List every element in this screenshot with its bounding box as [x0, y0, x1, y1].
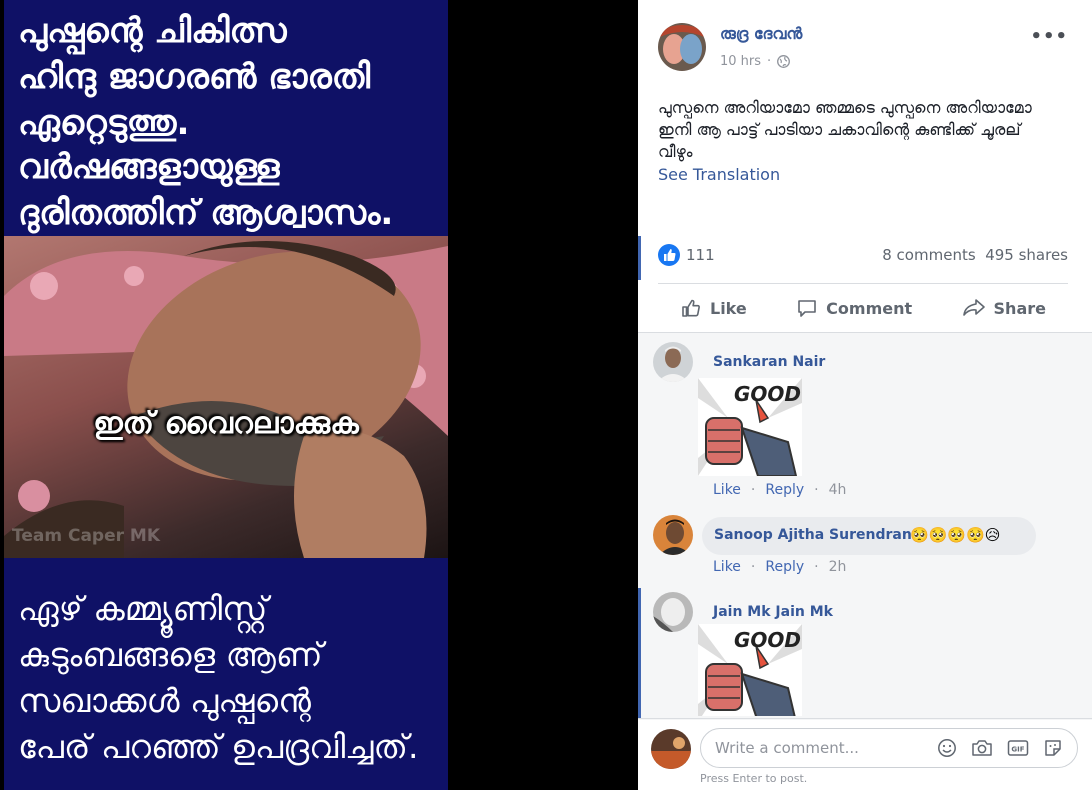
comment-button-label: Comment [826, 298, 913, 318]
meme-bottom-line: സഖാക്കൾ പുഷ്പന്റെ [18, 681, 311, 720]
emoji-icon[interactable] [937, 738, 957, 758]
share-arrow-icon [962, 299, 985, 316]
post-meta: 10 hrs · [720, 54, 791, 69]
dot-separator: · [814, 559, 819, 575]
share-button-label: Share [993, 298, 1046, 318]
like-count[interactable]: 111 [686, 246, 715, 264]
dot-separator: · [750, 482, 756, 498]
shares-count[interactable]: 495 shares [985, 246, 1068, 264]
photo-viewer: പുഷ്പന്റെ ചികിത്സ ഹിന്ദു ജാഗരൺ ഭാരതി ഏറ്… [0, 0, 638, 790]
dot-separator: · [814, 482, 819, 498]
speech-bubble-icon [798, 300, 816, 317]
commenter-avatar[interactable] [653, 342, 693, 382]
comment-like-link[interactable]: Like [713, 559, 741, 575]
like-reaction-icon[interactable] [658, 244, 680, 266]
meme-top-line: വർഷങ്ങളായുള്ള [18, 147, 280, 187]
good-sticker: GOOD [698, 624, 802, 716]
commenter-name[interactable]: Jain Mk Jain Mk [713, 604, 833, 620]
meme-top-line: ഹിന്ദു ജാഗരൺ ഭാരതി [18, 57, 371, 97]
comment-button[interactable]: Comment [774, 290, 934, 326]
more-options-button[interactable]: ••• [1030, 26, 1068, 47]
dot-separator: · [750, 559, 756, 575]
comment-actions: Like · Reply · 2h [713, 559, 846, 575]
sticker-icon[interactable] [1043, 738, 1063, 758]
comment-time[interactable]: 4h [829, 482, 847, 498]
comments-count[interactable]: 8 comments [882, 246, 975, 264]
post-hint: Press Enter to post. [700, 772, 808, 785]
meme-bottom-line: കുടുംബങ്ങളെ ആണ് [18, 635, 323, 674]
meme-caption: ഇത് വൈറലാക്കുക [93, 406, 359, 441]
comment-time[interactable]: 2h [829, 559, 847, 575]
comment-share-counts: 8 comments 495 shares [882, 246, 1068, 264]
svg-text:GIF: GIF [1011, 746, 1024, 754]
comment-text: 🥺🥺🥺🥺😥 [910, 526, 1001, 544]
comment-actions: Like · Reply · 4h [713, 482, 846, 498]
author-name[interactable]: രുദ്ര ദേവൻ [720, 24, 802, 44]
sticker-text: GOOD [734, 628, 802, 652]
focus-indicator [638, 236, 641, 280]
post-time[interactable]: 10 hrs [720, 54, 761, 69]
share-button[interactable]: Share [940, 290, 1068, 326]
comment-bubble: Sanoop Ajitha Surendran 🥺🥺🥺🥺😥 [702, 517, 1036, 555]
meme-image: പുഷ്പന്റെ ചികിത്സ ഹിന്ദു ജാഗരൺ ഭാരതി ഏറ്… [4, 0, 448, 790]
meme-top-line: പുഷ്പന്റെ ചികിത്സ [18, 11, 287, 51]
focus-indicator [638, 588, 641, 718]
composer-tools: GIF [937, 738, 1063, 758]
current-user-avatar[interactable] [651, 729, 691, 769]
meme-top-line: ഏറ്റെടുത്തു. [18, 103, 190, 143]
comment-reply-link[interactable]: Reply [765, 559, 804, 575]
thumbs-up-icon [682, 299, 700, 317]
meme-photo: ഇത് വൈറലാക്കുക Team Caper MK [4, 236, 448, 558]
meme-bottom-line: പേര് പറഞ്ഞ് ഉപദ്രവിച്ചത്. [18, 727, 419, 766]
meme-top-line: ദുരിതത്തിന് ആശ്വാസം. [18, 193, 394, 233]
post-panel: രുദ്ര ദേവൻ 10 hrs · ••• പുസ്പനെ അറിയാമോ … [638, 0, 1092, 790]
author-avatar-image [658, 23, 706, 71]
sticker-text: GOOD [734, 382, 802, 406]
see-translation-link[interactable]: See Translation [658, 165, 780, 184]
comment-input[interactable] [715, 739, 935, 757]
gif-icon[interactable]: GIF [1007, 738, 1029, 758]
comment-like-link[interactable]: Like [713, 482, 741, 498]
watermark: Team Caper MK [12, 526, 161, 546]
commenter-name[interactable]: Sankaran Nair [713, 354, 825, 370]
comment-reply-link[interactable]: Reply [765, 482, 804, 498]
reaction-counts-bar: 111 8 comments 495 shares [658, 243, 1068, 267]
commenter-avatar[interactable] [653, 515, 693, 555]
commenter-name[interactable]: Sanoop Ajitha Surendran [714, 527, 912, 543]
like-button-label: Like [710, 298, 747, 318]
good-sticker: GOOD [698, 378, 802, 476]
commenter-avatar[interactable] [653, 592, 693, 632]
camera-icon[interactable] [971, 738, 993, 758]
post-actions: Like Comment Share [658, 290, 1068, 326]
comment-composer: GIF [700, 728, 1078, 768]
meme-bottom-line: ഏഴ് കമ്മ്യൂണിസ്റ്റ് [18, 589, 268, 628]
post-text: പുസ്പനെ അറിയാമോ ഞമ്മടെ പുസ്പനെ അറിയാമോ ഇ… [658, 98, 1032, 161]
divider [658, 283, 1068, 284]
divider [638, 718, 1092, 719]
sleeping-man-illustration [4, 241, 448, 558]
author-avatar[interactable] [658, 23, 706, 71]
like-button[interactable]: Like [658, 290, 769, 326]
globe-icon[interactable] [777, 55, 791, 68]
dot-separator: · [767, 54, 772, 69]
